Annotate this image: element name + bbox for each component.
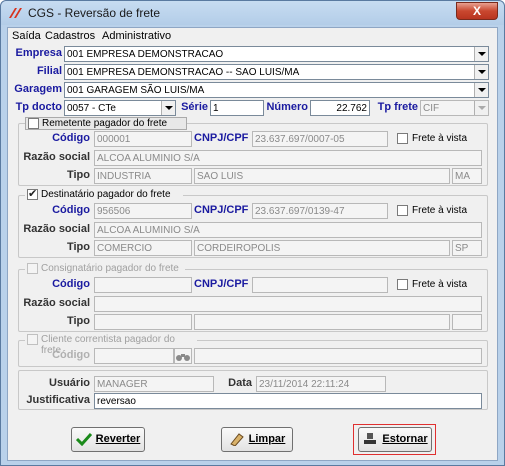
numero-input[interactable]: 22.762: [310, 100, 370, 116]
destinatario-razao-input: ALCOA ALUMINIO S/A: [94, 222, 482, 238]
remetente-uf-input: MA: [452, 168, 482, 184]
title-bar[interactable]: CGS - Reversão de frete X: [1, 1, 504, 25]
correntista-codigo-label: Código: [52, 349, 90, 361]
destinatario-cnpj-input: 23.637.697/0139-47: [252, 203, 388, 219]
close-button[interactable]: X: [456, 2, 498, 20]
client-area: Saída Cadastros Administrativo Empresa 0…: [7, 27, 498, 461]
filial-label: Filial: [36, 65, 62, 77]
remetente-razao-input: ALCOA ALUMINIO S/A: [94, 150, 482, 166]
eraser-icon: [229, 433, 244, 447]
consignatario-cidade-input: [194, 314, 450, 330]
garagem-select[interactable]: 001 GARAGEM SÃO LUIS/MA: [64, 82, 489, 98]
consignatario-cnpj-label: CNPJ/CPF: [194, 278, 249, 290]
tpfrete-select: CIF: [420, 100, 489, 116]
serie-input[interactable]: 1: [210, 100, 264, 116]
menu-cadastros[interactable]: Cadastros: [45, 30, 95, 42]
destinatario-tipo-input: COMERCIO: [94, 240, 192, 256]
consignatario-cnpj-input: [252, 277, 388, 293]
chevron-down-icon[interactable]: [474, 83, 488, 97]
app-window: CGS - Reversão de frete X Saída Cadastro…: [0, 0, 505, 466]
tpdocto-select[interactable]: 0057 - CTe: [64, 100, 176, 116]
correntista-nome-input: [194, 348, 482, 364]
data-input: 23/11/2014 22:11:24: [256, 376, 386, 392]
consignatario-tipo-input: [94, 314, 192, 330]
remetente-codigo-label: Código: [52, 132, 90, 144]
destinatario-frete-vista-checkbox[interactable]: [397, 205, 408, 216]
destinatario-tipo-label: Tipo: [66, 241, 90, 253]
remetente-title: Remetente pagador do frete: [25, 117, 187, 130]
menu-saida[interactable]: Saída: [12, 30, 41, 42]
app-logo-icon: [9, 8, 22, 18]
window-title: CGS - Reversão de frete: [28, 6, 161, 20]
usuario-input: MANAGER: [94, 376, 214, 392]
remetente-razao-label: Razão social: [23, 151, 90, 163]
menu-administrativo[interactable]: Administrativo: [102, 30, 171, 42]
garagem-label: Garagem: [14, 83, 62, 95]
consignatario-uf-input: [452, 314, 482, 330]
reverter-button[interactable]: Reverter: [71, 427, 145, 452]
remetente-frete-vista-label: Frete à vista: [412, 133, 468, 144]
destinatario-frete-vista-label: Frete à vista: [412, 205, 468, 216]
checkmark-icon: [75, 433, 92, 447]
remetente-cnpj-label: CNPJ/CPF: [194, 132, 249, 144]
limpar-button[interactable]: Limpar: [221, 427, 293, 452]
stamp-icon: [364, 433, 377, 445]
serie-label: Série: [181, 101, 208, 113]
destinatario-checkbox[interactable]: [27, 187, 38, 200]
consignatario-tipo-label: Tipo: [66, 315, 90, 327]
consignatario-razao-label: Razão social: [23, 297, 90, 309]
correntista-title: Cliente correntista pagador do frete: [25, 334, 197, 356]
chevron-down-icon[interactable]: [474, 47, 488, 61]
usuario-label: Usuário: [49, 377, 90, 389]
remetente-cidade-input: SAO LUIS: [194, 168, 450, 184]
chevron-down-icon[interactable]: [161, 101, 175, 115]
filial-select[interactable]: 001 EMPRESA DEMONSTRACAO -- SAO LUIS/MA: [64, 64, 489, 80]
chevron-down-icon[interactable]: [474, 65, 488, 79]
numero-label: Número: [266, 101, 308, 113]
destinatario-codigo-input: 956506: [94, 203, 192, 219]
destinatario-title: Destinatário pagador do frete: [25, 187, 183, 202]
consignatario-frete-vista-checkbox[interactable]: [397, 279, 408, 290]
consignatario-checkbox[interactable]: [27, 263, 38, 274]
data-label: Data: [228, 377, 252, 389]
empresa-select[interactable]: 001 EMPRESA DEMONSTRACAO: [64, 46, 489, 62]
destinatario-cnpj-label: CNPJ/CPF: [194, 204, 249, 216]
remetente-codigo-input: 000001: [94, 131, 192, 147]
consignatario-codigo-input: [94, 277, 192, 293]
destinatario-uf-input: SP: [452, 240, 482, 256]
remetente-checkbox[interactable]: [28, 118, 39, 129]
remetente-tipo-input: INDUSTRIA: [94, 168, 192, 184]
consignatario-frete-vista-label: Frete à vista: [412, 279, 468, 290]
tpdocto-label: Tp docto: [15, 101, 62, 113]
consignatario-title: Consignatário pagador do frete: [25, 263, 185, 276]
destinatario-codigo-label: Código: [52, 204, 90, 216]
remetente-tipo-label: Tipo: [66, 169, 90, 181]
destinatario-cidade-input: CORDEIROPOLIS: [194, 240, 450, 256]
estornar-button[interactable]: Estornar: [358, 427, 432, 452]
justificativa-label: Justificativa: [26, 394, 90, 406]
menu-bar: Saída Cadastros Administrativo: [8, 28, 497, 45]
destinatario-razao-label: Razão social: [23, 223, 90, 235]
chevron-down-icon: [474, 101, 488, 115]
remetente-cnpj-input: 23.637.697/0007-05: [252, 131, 388, 147]
binoculars-icon: [176, 354, 190, 361]
consignatario-razao-input: [94, 296, 482, 312]
correntista-codigo-input: [94, 348, 174, 364]
binoculars-button[interactable]: [174, 348, 192, 364]
correntista-checkbox[interactable]: [27, 334, 38, 345]
justificativa-input[interactable]: reversao: [94, 393, 482, 409]
empresa-label: Empresa: [15, 47, 62, 59]
remetente-frete-vista-checkbox[interactable]: [397, 133, 408, 144]
consignatario-codigo-label: Código: [52, 278, 90, 290]
tpfrete-label: Tp frete: [377, 101, 418, 113]
